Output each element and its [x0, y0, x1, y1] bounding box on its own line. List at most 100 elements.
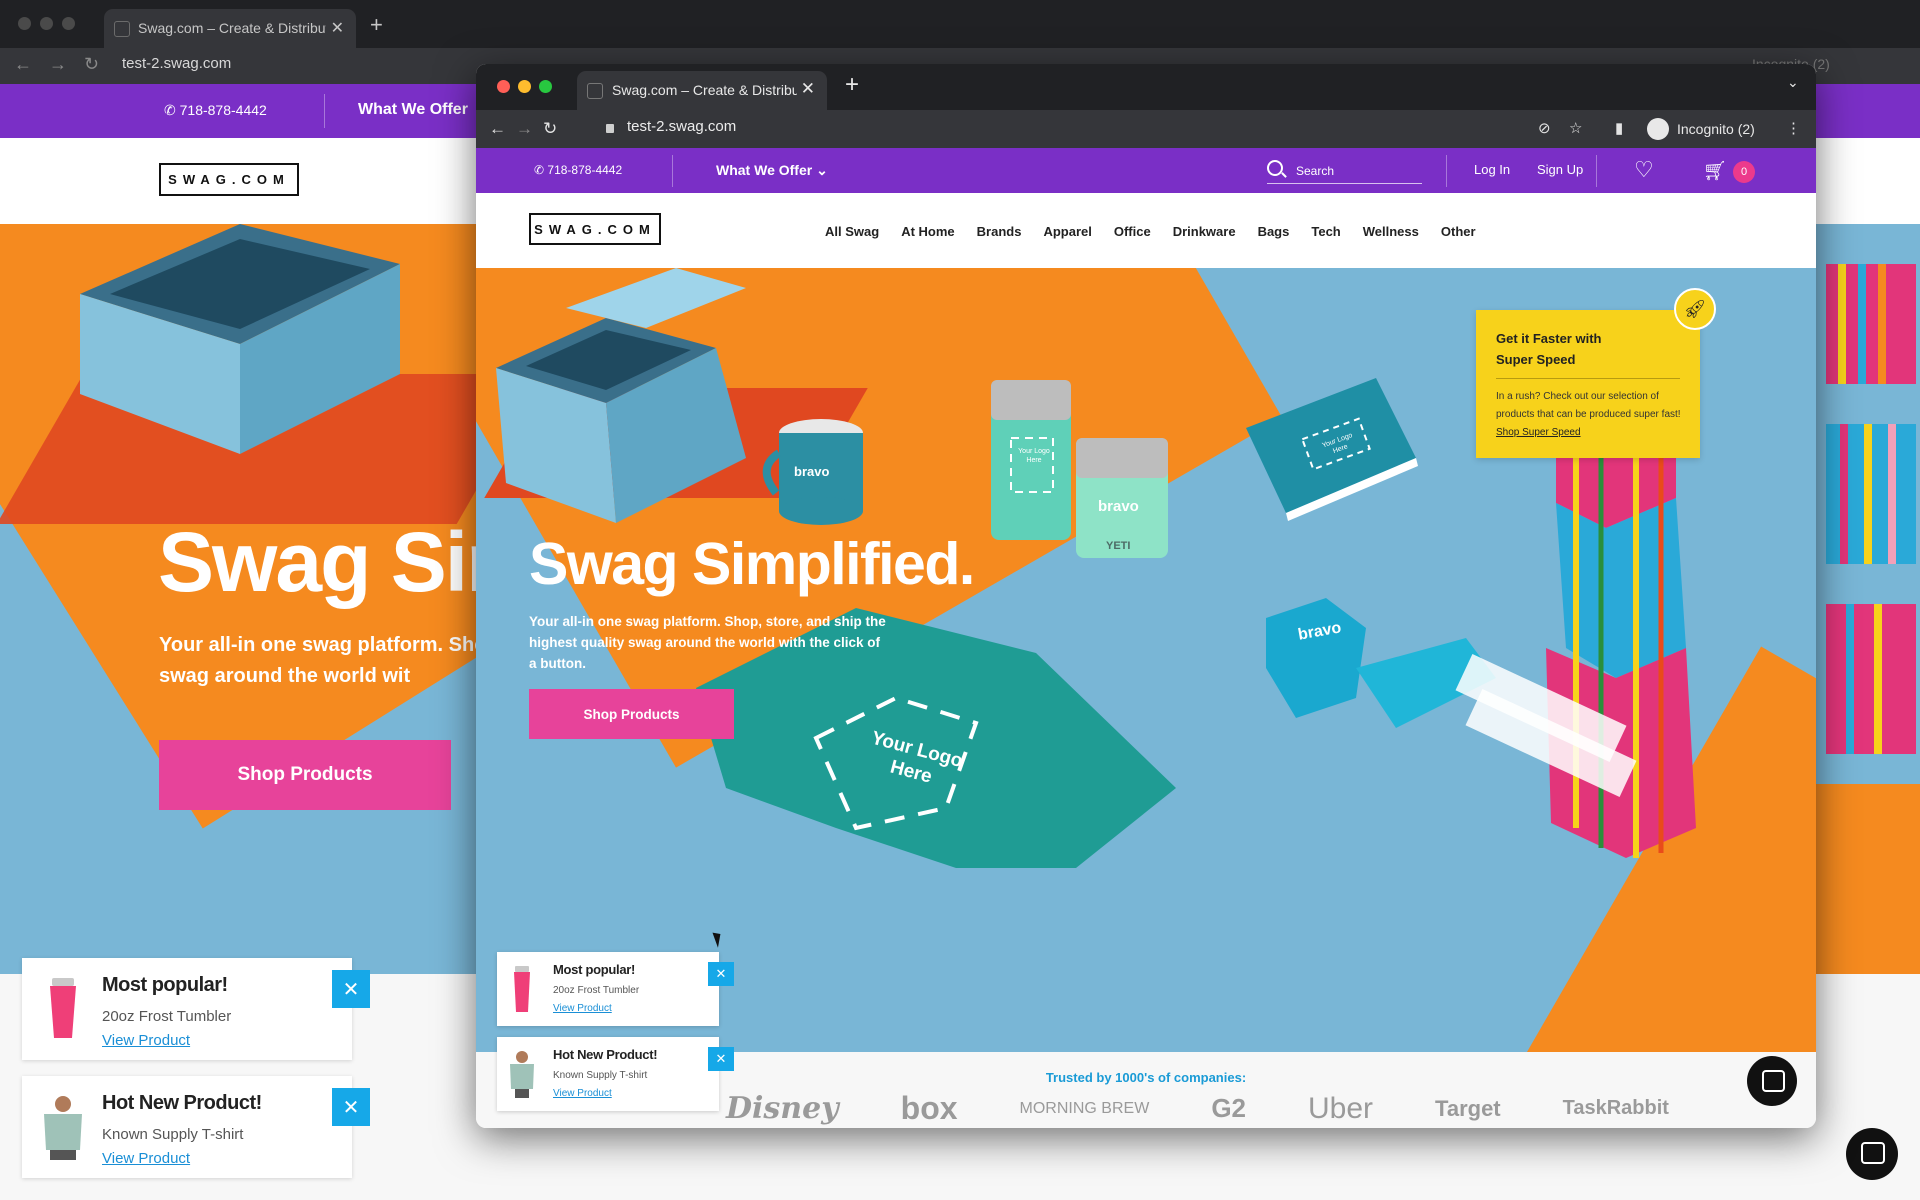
nav-brands[interactable]: Brands [977, 224, 1022, 239]
most-popular-card: Most popular! 20oz Frost Tumbler View Pr… [497, 952, 734, 1026]
side-panel-icon[interactable]: ▮ [1615, 119, 1623, 137]
forward-icon[interactable]: → [49, 54, 67, 75]
address-bar[interactable]: test-2.swag.com [627, 118, 736, 135]
incognito-indicator[interactable]: Incognito (2) [1647, 117, 1755, 141]
background-hero-right [1816, 224, 1920, 974]
logo-disney: Disney [726, 1091, 839, 1126]
view-product-link[interactable]: View Product [102, 1150, 190, 1167]
phone-text: 718-878-4442 [547, 163, 623, 177]
background-tab[interactable]: Swag.com – Create & Distribut ✕ [104, 9, 356, 48]
tab-strip: Swag.com – Create & Distribut ✕ + ⌄ [476, 64, 1816, 110]
favicon-icon [114, 21, 130, 37]
new-tab-button[interactable]: + [845, 71, 859, 99]
logo-uber: Uber [1308, 1091, 1374, 1125]
close-tab-icon[interactable]: ✕ [801, 79, 815, 99]
background-new-card: Hot New Product! Known Supply T-shirt Vi… [22, 1076, 352, 1178]
reload-icon[interactable]: ↻ [84, 54, 99, 75]
super-speed-title: Get it Faster with Super Speed [1496, 331, 1602, 367]
logo-box: box [900, 1090, 958, 1126]
nav-other[interactable]: Other [1441, 224, 1476, 239]
logo-morning-brew: MORNING BREW [1019, 1099, 1150, 1117]
search-input[interactable]: Search [1267, 158, 1422, 184]
nav-office[interactable]: Office [1114, 224, 1151, 239]
logo-g2: G2 [1211, 1093, 1246, 1123]
reload-icon[interactable]: ↻ [543, 119, 557, 139]
foreground-browser-window: Swag.com – Create & Distribut ✕ + ⌄ ← → … [476, 64, 1816, 1128]
rocket-icon: 🚀︎ [1674, 288, 1716, 330]
close-icon[interactable]: ✕ [332, 970, 370, 1008]
card-title: Hot New Product! [102, 1092, 262, 1114]
login-link[interactable]: Log In [1474, 162, 1510, 177]
card-description: 20oz Frost Tumbler [102, 1008, 232, 1025]
super-speed-text: In a rush? Check out our selection of pr… [1496, 391, 1681, 420]
offer-label: What We Offer [716, 162, 813, 178]
lock-icon[interactable] [606, 124, 614, 133]
what-we-offer-link[interactable]: What We Offer [358, 101, 468, 119]
forward-icon[interactable]: → [516, 119, 533, 139]
main-nav: All Swag At Home Brands Apparel Office D… [825, 224, 1498, 239]
view-product-link[interactable]: View Product [102, 1032, 190, 1049]
site-logo[interactable]: SWAG.COM [159, 163, 299, 196]
close-tab-icon[interactable]: ✕ [331, 18, 344, 38]
search-icon [1267, 160, 1283, 176]
back-icon[interactable]: ← [14, 54, 32, 75]
nav-bags[interactable]: Bags [1258, 224, 1290, 239]
view-product-link[interactable]: View Product [553, 1003, 612, 1014]
card-title: Hot New Product! [553, 1047, 658, 1062]
shop-super-speed-link[interactable]: Shop Super Speed [1496, 427, 1581, 438]
phone-number[interactable]: ✆ 718-878-4442 [534, 163, 622, 177]
signup-link[interactable]: Sign Up [1537, 162, 1583, 177]
minimize-window-icon[interactable] [518, 80, 531, 93]
nav-tech[interactable]: Tech [1311, 224, 1340, 239]
divider [1596, 155, 1597, 187]
background-window-controls [18, 17, 75, 30]
close-window-icon[interactable] [497, 80, 510, 93]
nav-all-swag[interactable]: All Swag [825, 224, 879, 239]
chat-icon[interactable] [1846, 1128, 1898, 1180]
logo-taskrabbit: TaskRabbit [1562, 1097, 1669, 1119]
browser-menu-icon[interactable]: ⋮ [1786, 119, 1801, 137]
search-placeholder: Search [1296, 164, 1335, 178]
background-url[interactable]: test-2.swag.com [122, 55, 231, 72]
nav-apparel[interactable]: Apparel [1043, 224, 1091, 239]
nav-drinkware[interactable]: Drinkware [1173, 224, 1236, 239]
cart-count-badge: 0 [1733, 161, 1755, 183]
card-title: Most popular! [102, 974, 228, 996]
hero-title: Swag Simplified. [529, 531, 975, 597]
nav-wellness[interactable]: Wellness [1363, 224, 1419, 239]
bookmark-star-icon[interactable]: ☆ [1569, 119, 1582, 137]
tshirt-thumbnail [44, 1096, 82, 1160]
phone-icon: ✆ [534, 163, 545, 177]
chat-icon[interactable] [1747, 1056, 1797, 1106]
tab-search-icon[interactable]: ⌄ [1787, 74, 1799, 91]
close-icon[interactable]: ✕ [708, 1047, 734, 1071]
background-shop-products-button[interactable]: Shop Products [159, 740, 451, 810]
heart-icon[interactable]: ♡ [1634, 157, 1654, 183]
phone-number[interactable]: ✆ 718-878-4442 [164, 102, 267, 119]
promo-bar: ✆ 718-878-4442 What We Offer ⌄ Search Lo… [476, 148, 1816, 193]
new-tab-button[interactable]: + [370, 12, 383, 38]
chevron-down-icon: ⌄ [816, 162, 828, 178]
card-description: Known Supply T-shirt [102, 1126, 244, 1143]
tab-title: Swag.com – Create & Distribut [612, 82, 797, 98]
close-icon[interactable]: ✕ [332, 1088, 370, 1126]
view-product-link[interactable]: View Product [553, 1088, 612, 1099]
divider [672, 155, 673, 187]
active-tab[interactable]: Swag.com – Create & Distribut ✕ [577, 71, 827, 110]
card-title: Most popular! [553, 962, 636, 977]
tumbler-thumbnail [50, 978, 76, 1038]
super-speed-card: Get it Faster with Super Speed In a rush… [1476, 310, 1700, 458]
hero-subtitle: Your all-in one swag platform. Shop, sto… [529, 614, 886, 671]
incognito-icon [1647, 118, 1669, 140]
maximize-window-icon[interactable] [539, 80, 552, 93]
close-icon[interactable]: ✕ [708, 962, 734, 986]
what-we-offer-dropdown[interactable]: What We Offer ⌄ [716, 162, 828, 179]
super-speed-body: In a rush? Check out our selection of pr… [1496, 388, 1682, 442]
nav-at-home[interactable]: At Home [901, 224, 954, 239]
shop-products-button[interactable]: Shop Products [529, 689, 734, 739]
back-icon[interactable]: ← [489, 119, 506, 139]
tracking-blocked-icon[interactable]: ⊘ [1538, 119, 1551, 137]
divider [1496, 378, 1680, 379]
site-logo[interactable]: SWAG.COM [529, 213, 661, 245]
cart-icon[interactable]: 🛒︎ [1703, 159, 1727, 183]
